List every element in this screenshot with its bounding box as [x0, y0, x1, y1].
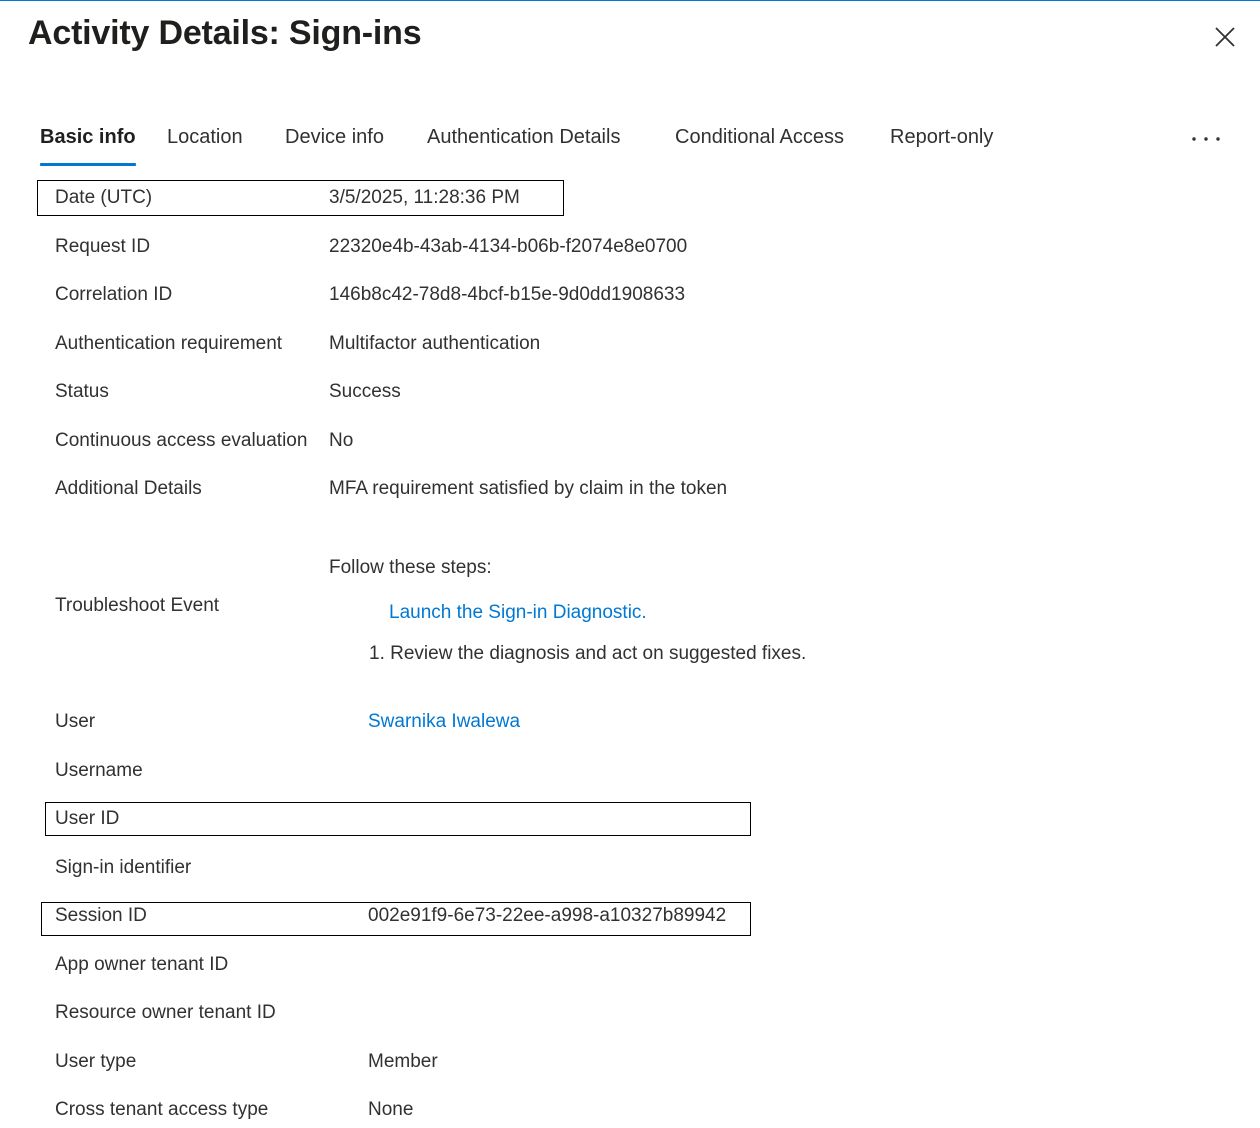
username-label: Username: [55, 760, 143, 781]
tab-authentication-details[interactable]: Authentication Details: [427, 126, 620, 166]
status-value: Success: [329, 381, 401, 402]
status-label: Status: [55, 381, 109, 402]
correlation-id-label: Correlation ID: [55, 284, 173, 305]
date-value: 3/5/2025, 11:28:36 PM: [329, 187, 520, 208]
sign-in-diagnostic-link[interactable]: Launch the Sign-in Diagnostic.: [389, 601, 647, 625]
tab-device-info[interactable]: Device info: [285, 126, 384, 166]
tab-location[interactable]: Location: [167, 126, 243, 166]
continuous-access-evaluation-label: Continuous access evaluation: [55, 430, 308, 451]
additional-details-value: MFA requirement satisfied by claim in th…: [329, 478, 728, 499]
cross-tenant-access-type-value: None: [368, 1099, 414, 1120]
correlation-id-value: 146b8c42-78d8-4bcf-b15e-9d0dd1908633: [329, 284, 686, 305]
session-id-label: Session ID: [55, 905, 147, 926]
more-options-icon: [1192, 137, 1220, 141]
close-button[interactable]: [1208, 20, 1242, 54]
date-label: Date (UTC): [55, 187, 153, 208]
more-options-button[interactable]: [1186, 124, 1226, 154]
user-label: User: [55, 711, 96, 732]
tab-report-only[interactable]: Report-only: [890, 126, 993, 166]
dialog-title: Activity Details: Sign-ins: [28, 14, 422, 52]
troubleshoot-intro: Follow these steps:: [329, 557, 492, 578]
resource-owner-tenant-id-label: Resource owner tenant ID: [55, 1002, 276, 1023]
troubleshoot-event-label: Troubleshoot Event: [55, 595, 220, 616]
authentication-requirement-label: Authentication requirement: [55, 333, 283, 354]
top-accent-line: [0, 0, 1260, 1]
authentication-requirement-value: Multifactor authentication: [329, 333, 541, 354]
request-id-value: 22320e4b-43ab-4134-b06b-f2074e8e0700: [329, 236, 688, 257]
troubleshoot-step: 1. Review the diagnosis and act on sugge…: [369, 643, 807, 664]
cross-tenant-access-type-label: Cross tenant access type: [55, 1099, 269, 1120]
tab-basic-info[interactable]: Basic info: [40, 126, 136, 166]
user-id-label: User ID: [55, 808, 120, 829]
sign-in-identifier-label: Sign-in identifier: [55, 857, 192, 878]
continuous-access-evaluation-value: No: [329, 430, 354, 451]
user-type-label: User type: [55, 1051, 137, 1072]
user-link[interactable]: Swarnika Iwalewa: [368, 710, 520, 734]
user-type-value: Member: [368, 1051, 438, 1072]
app-owner-tenant-id-label: App owner tenant ID: [55, 954, 229, 975]
request-id-label: Request ID: [55, 236, 151, 257]
tab-conditional-access[interactable]: Conditional Access: [675, 126, 844, 166]
user-id-highlight-box: [45, 802, 751, 836]
additional-details-label: Additional Details: [55, 478, 202, 499]
close-icon: [1215, 27, 1235, 47]
session-id-value: 002e91f9-6e73-22ee-a998-a10327b89942: [368, 905, 727, 926]
